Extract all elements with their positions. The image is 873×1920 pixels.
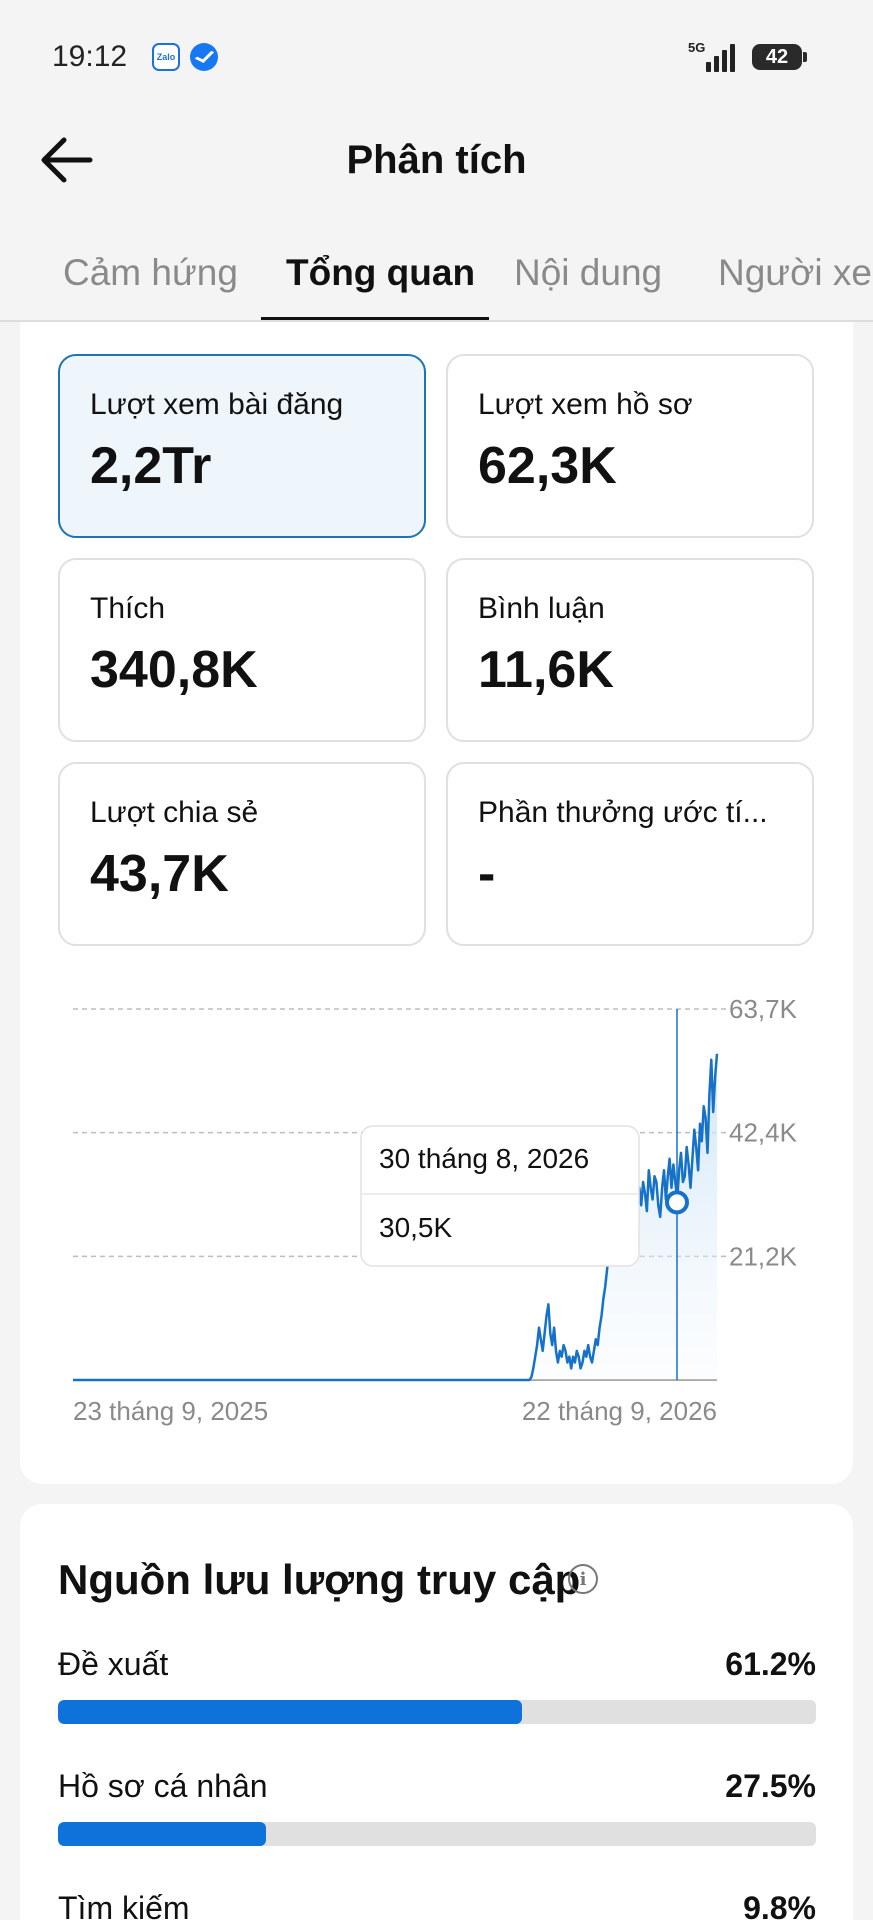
network-type: 5G	[688, 40, 706, 55]
selected-point	[665, 1190, 689, 1215]
source-progress-track	[58, 1822, 816, 1846]
zalo-icon: Zalo	[152, 43, 180, 71]
views-line-chart[interactable]: 63,7K 42,4K 21,2K 30 tháng 8, 2026 30,5K 23 t…	[20, 322, 853, 1484]
source-percent: 61.2%	[725, 1646, 816, 1682]
tab-content[interactable]: Nội dung	[514, 252, 662, 294]
overview-card: Lượt xem bài đăng 2,2Tr Lượt xem hồ sơ 6…	[20, 322, 853, 1484]
source-percent: 27.5%	[725, 1768, 816, 1804]
source-percent: 9.8%	[743, 1890, 816, 1920]
y-tick-label: 63,7K	[729, 994, 798, 1024]
page-title: Phân tích	[346, 138, 527, 182]
source-progress-track	[58, 1700, 816, 1724]
traffic-sources-title: Nguồn lưu lượng truy cập	[58, 1556, 581, 1603]
messenger-icon	[190, 43, 218, 71]
tooltip-date: 30 tháng 8, 2026	[379, 1143, 589, 1174]
source-name: Hồ sơ cá nhân	[58, 1768, 268, 1804]
source-name: Tìm kiếm	[58, 1890, 190, 1920]
info-icon[interactable]: i	[568, 1564, 598, 1594]
tab-bar: Cảm hứng Tổng quan Nội dung Người xem	[0, 240, 873, 322]
signal-icon	[706, 40, 735, 72]
traffic-sources-card: Nguồn lưu lượng truy cập i Đề xuất 61.2%…	[20, 1504, 853, 1920]
y-tick-label: 21,2K	[729, 1241, 798, 1271]
tab-overview[interactable]: Tổng quan	[286, 252, 475, 294]
source-name: Đề xuất	[58, 1646, 169, 1682]
battery-icon: 42	[752, 44, 807, 70]
status-bar: 19:12 Zalo 5G 42	[0, 0, 873, 110]
status-time: 19:12	[52, 40, 128, 73]
source-progress-fill	[58, 1700, 522, 1724]
tooltip-value: 30,5K	[379, 1212, 452, 1243]
y-tick-label: 42,4K	[729, 1118, 798, 1148]
x-end-label: 22 tháng 9, 2026	[522, 1396, 717, 1426]
source-progress-fill	[58, 1822, 267, 1846]
tab-inspiration[interactable]: Cảm hứng	[63, 252, 238, 294]
tab-viewers[interactable]: Người xem	[718, 252, 873, 294]
x-start-label: 23 tháng 9, 2025	[73, 1396, 268, 1426]
